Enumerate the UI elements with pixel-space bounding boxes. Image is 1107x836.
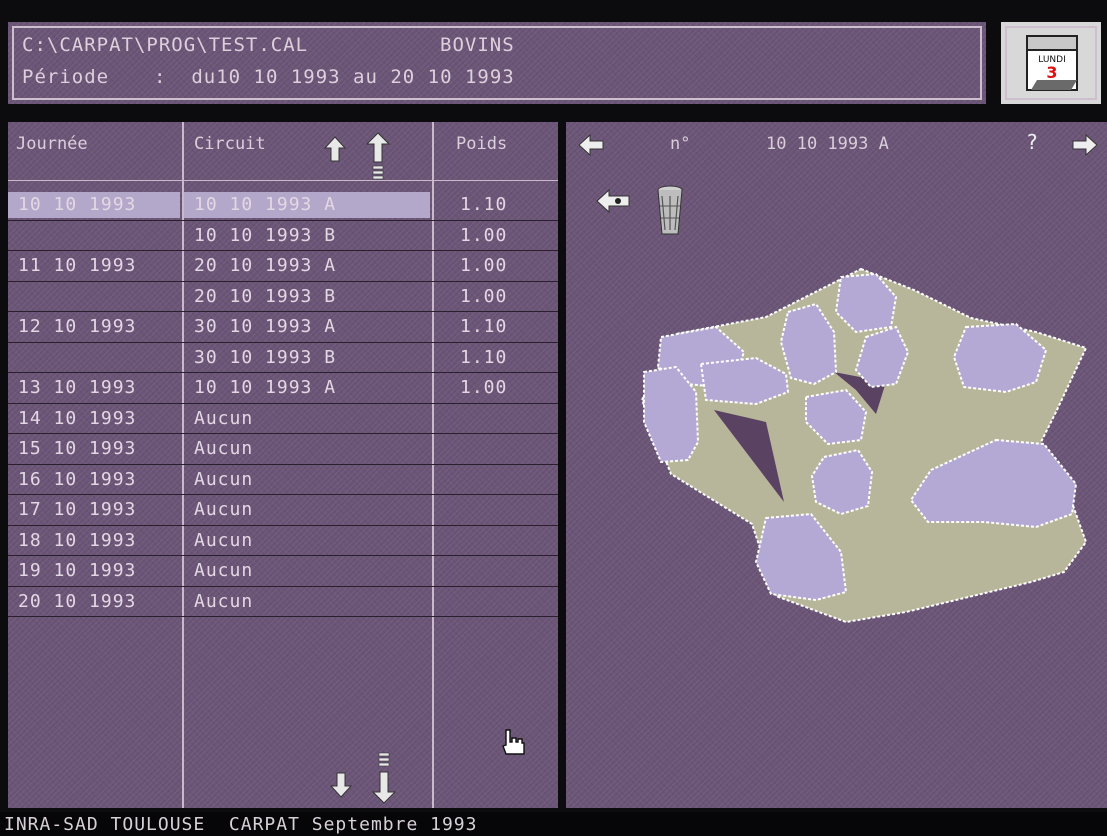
cell-weight: 1.10: [460, 194, 508, 215]
period-value: : du10 10 1993 au 20 10 1993: [154, 66, 515, 88]
cell-day: 18 10 1993: [18, 529, 137, 551]
table-row[interactable]: 12 10 1993 30 10 1993 A 1.10: [8, 312, 558, 342]
scroll-up-icon[interactable]: [324, 136, 346, 162]
cell-weight: 1.10: [460, 316, 508, 337]
column-header-day[interactable]: Journée: [16, 134, 88, 154]
circuit-viewer: n° 10 10 1993 A ?: [566, 122, 1107, 808]
cell-day: 10 10 1993: [18, 194, 137, 215]
cell-day: 17 10 1993: [18, 499, 137, 520]
row-divider: [8, 616, 558, 617]
table-row[interactable]: 10 10 1993 10 10 1993 A 1.10: [8, 190, 558, 220]
cell-circuit: Aucun: [194, 438, 254, 459]
cell-circuit: Aucun: [194, 560, 254, 581]
cell-circuit: 10 10 1993 B: [194, 224, 337, 246]
cell-day: 12 10 1993: [18, 316, 137, 337]
period-label: Période: [22, 66, 110, 88]
file-header: C:\CARPAT\PROG\TEST.CAL BOVINS Période :…: [8, 22, 986, 104]
cell-day: 16 10 1993: [18, 468, 137, 490]
cell-circuit: 20 10 1993 A: [194, 255, 337, 276]
table-row[interactable]: 20 10 1993 Aucun: [8, 587, 558, 617]
scroll-bottom-icon[interactable]: [372, 752, 396, 804]
status-text: INRA-SAD TOULOUSE CARPAT Septembre 1993: [4, 814, 478, 835]
cell-day: 11 10 1993: [18, 255, 137, 276]
cell-day: 15 10 1993: [18, 438, 137, 459]
cell-day: 20 10 1993: [18, 590, 137, 612]
table-row[interactable]: 16 10 1993 Aucun: [8, 465, 558, 495]
cell-circuit: Aucun: [194, 499, 254, 520]
cell-day: 13 10 1993: [18, 377, 137, 398]
hand-cursor-icon: [502, 729, 525, 755]
table-row[interactable]: 14 10 1993 Aucun: [8, 404, 558, 434]
calendar-icon: LUNDI 3: [1026, 35, 1078, 91]
table-row[interactable]: 19 10 1993 Aucun: [8, 556, 558, 586]
table-row[interactable]: 17 10 1993 Aucun: [8, 495, 558, 525]
table-row[interactable]: 18 10 1993 Aucun: [8, 526, 558, 556]
cell-circuit: 30 10 1993 A: [194, 316, 337, 337]
cell-circuit: Aucun: [194, 529, 254, 551]
cell-day: 19 10 1993: [18, 560, 137, 581]
cell-circuit: Aucun: [194, 468, 254, 490]
table-row[interactable]: 15 10 1993 Aucun: [8, 434, 558, 464]
column-header-weight[interactable]: Poids: [456, 134, 507, 154]
table-row[interactable]: 13 10 1993 10 10 1993 A 1.00: [8, 373, 558, 403]
scroll-top-icon[interactable]: [366, 132, 390, 184]
cell-circuit: 20 10 1993 B: [194, 285, 337, 307]
table-row[interactable]: 20 10 1993 B 1.00: [8, 282, 558, 312]
cell-circuit: Aucun: [194, 590, 254, 612]
cell-circuit: 10 10 1993 A: [194, 194, 337, 215]
cell-day: 14 10 1993: [18, 407, 137, 429]
calendar-day: 3: [1046, 63, 1057, 82]
cell-weight: 1.10: [460, 346, 508, 368]
cell-weight: 1.00: [460, 377, 508, 398]
calendar-button[interactable]: LUNDI 3: [1001, 22, 1101, 104]
status-bar: INRA-SAD TOULOUSE CARPAT Septembre 1993: [0, 812, 1107, 836]
header-divider: [8, 180, 558, 181]
cell-weight: 1.00: [460, 224, 508, 246]
species-label: BOVINS: [440, 34, 515, 56]
scroll-down-icon[interactable]: [330, 772, 352, 798]
cell-weight: 1.00: [460, 285, 508, 307]
table-row[interactable]: 10 10 1993 B 1.00: [8, 221, 558, 251]
pasture-map[interactable]: [566, 122, 1107, 808]
table-row[interactable]: 11 10 1993 20 10 1993 A 1.00: [8, 251, 558, 281]
cell-circuit: 30 10 1993 B: [194, 346, 337, 368]
column-header-circuit[interactable]: Circuit: [194, 134, 266, 154]
file-path: C:\CARPAT\PROG\TEST.CAL: [22, 34, 309, 56]
schedule-table: Journée Circuit Poids 10 10 1993 10 10 19…: [8, 122, 558, 808]
table-row[interactable]: 30 10 1993 B 1.10: [8, 343, 558, 373]
cell-circuit: Aucun: [194, 407, 254, 429]
cell-circuit: 10 10 1993 A: [194, 377, 337, 398]
cell-weight: 1.00: [460, 255, 508, 276]
